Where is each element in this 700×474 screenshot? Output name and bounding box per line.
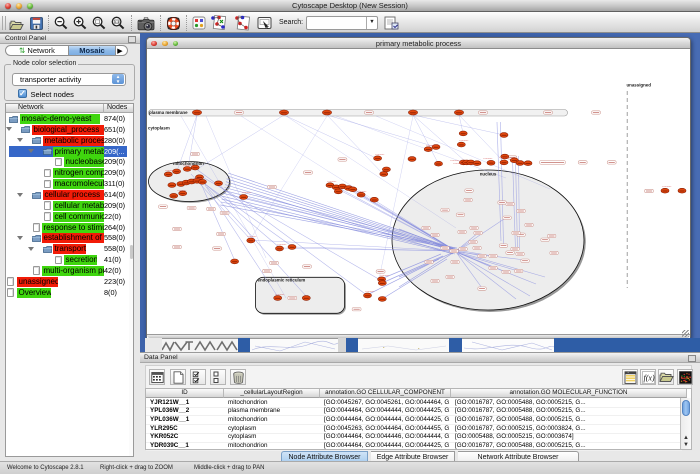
svg-text:cytoplasm: cytoplasm	[148, 126, 170, 131]
svg-text:YLR044C: YLR044C	[327, 181, 337, 183]
svg-text:YLR044C: YLR044C	[459, 140, 469, 142]
svg-text:YLR044C: YLR044C	[365, 291, 375, 293]
svg-text:YLR044C: YLR044C	[380, 275, 390, 277]
svg-text:1:1: 1:1	[115, 20, 120, 24]
svg-text:f(x): f(x)	[643, 374, 654, 383]
svg-text:YLR044C: YLR044C	[275, 294, 285, 296]
svg-text:YLR044C: YLR044C	[450, 160, 460, 162]
svg-text:YLR044C: YLR044C	[499, 157, 509, 159]
svg-text:unassigned: unassigned	[627, 83, 652, 88]
svg-text:YLR044C: YLR044C	[177, 190, 187, 192]
svg-text:nucleus: nucleus	[480, 172, 497, 177]
svg-text:plasma membrane: plasma membrane	[149, 110, 188, 115]
svg-text:YLR044C: YLR044C	[165, 170, 175, 172]
svg-text:YLR044C: YLR044C	[193, 178, 203, 180]
svg-text:YLR044C: YLR044C	[357, 191, 367, 193]
svg-text:YLR044C: YLR044C	[426, 145, 436, 147]
svg-text:YLR044C: YLR044C	[662, 186, 672, 188]
svg-text:YLR044C: YLR044C	[375, 154, 385, 156]
svg-text:YLR044C: YLR044C	[453, 163, 463, 165]
svg-text:YLR044C: YLR044C	[483, 158, 493, 160]
svg-text:endoplasmic reticulum: endoplasmic reticulum	[258, 278, 306, 283]
svg-text:mitochondrion: mitochondrion	[173, 161, 204, 166]
svg-text:YLR044C: YLR044C	[242, 192, 252, 194]
svg-text:YLR044C: YLR044C	[277, 244, 287, 246]
svg-text:YLR044C: YLR044C	[247, 236, 257, 238]
